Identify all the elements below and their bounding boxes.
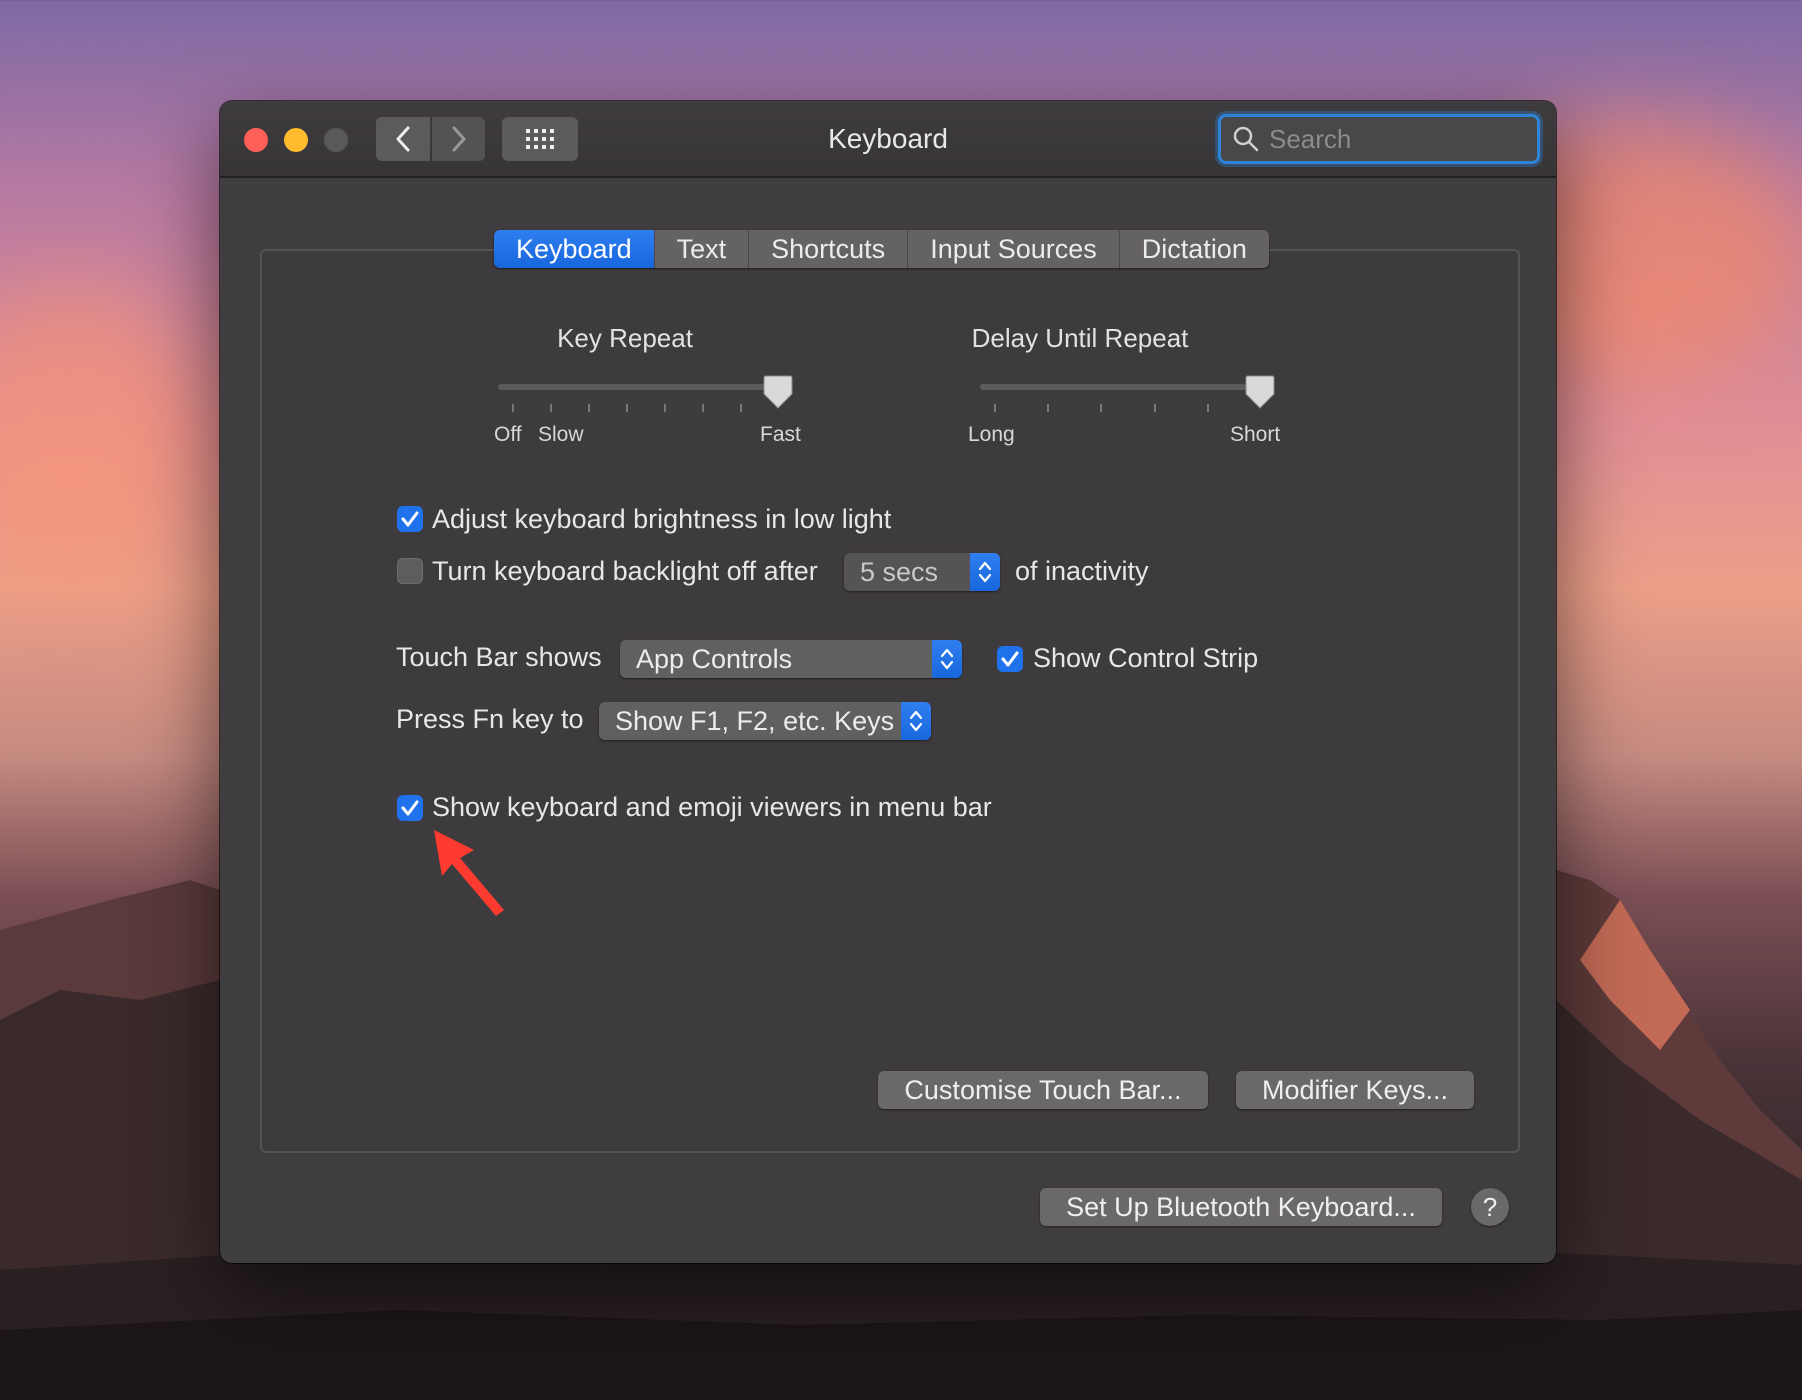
fn-key-select[interactable]: Show F1, F2, etc. Keys bbox=[599, 702, 931, 740]
tab-keyboard[interactable]: Keyboard bbox=[494, 230, 655, 268]
slider-tick bbox=[994, 404, 996, 412]
slider-tick bbox=[1047, 404, 1049, 412]
key-repeat-off-label: Off bbox=[494, 423, 522, 446]
key-repeat-slider-knob[interactable] bbox=[763, 374, 793, 410]
annotation-arrow-icon bbox=[434, 830, 504, 916]
inactivity-suffix: of inactivity bbox=[1015, 556, 1149, 586]
slider-tick bbox=[1100, 404, 1102, 412]
show-control-strip-checkbox[interactable] bbox=[997, 646, 1023, 672]
key-repeat-slider[interactable] bbox=[498, 384, 783, 390]
slider-tick bbox=[588, 404, 590, 412]
backlight-timeout-select[interactable]: 5 secs bbox=[844, 553, 1000, 591]
fn-key-value: Show F1, F2, etc. Keys bbox=[615, 705, 895, 736]
show-control-strip-label[interactable]: Show Control Strip bbox=[1033, 643, 1258, 674]
customise-touch-bar-button[interactable]: Customise Touch Bar... bbox=[878, 1071, 1208, 1109]
keyboard-preferences-window: Keyboard Search Keyboard Text Shortcuts … bbox=[220, 101, 1556, 1263]
search-input[interactable]: Search bbox=[1269, 124, 1351, 155]
slider-tick bbox=[1207, 404, 1209, 412]
adjust-brightness-checkbox[interactable] bbox=[397, 506, 423, 532]
backlight-timeout-value: 5 secs bbox=[860, 556, 939, 587]
key-repeat-slow-label: Slow bbox=[538, 423, 584, 446]
emoji-viewers-label[interactable]: Show keyboard and emoji viewers in menu … bbox=[432, 792, 992, 823]
bluetooth-keyboard-button[interactable]: Set Up Bluetooth Keyboard... bbox=[1040, 1188, 1442, 1226]
title-bar: Keyboard Search bbox=[220, 101, 1556, 178]
help-button[interactable]: ? bbox=[1471, 1188, 1509, 1226]
checkmark-icon bbox=[1001, 651, 1019, 667]
slider-tick bbox=[664, 404, 666, 412]
key-repeat-title: Key Repeat bbox=[557, 323, 693, 353]
delay-until-repeat-title: Delay Until Repeat bbox=[971, 323, 1189, 353]
slider-tick bbox=[626, 404, 628, 412]
up-down-arrows-icon bbox=[932, 640, 962, 678]
adjust-brightness-label[interactable]: Adjust keyboard brightness in low light bbox=[432, 504, 891, 535]
delay-until-repeat-slider[interactable] bbox=[980, 384, 1265, 390]
touch-bar-value: App Controls bbox=[636, 643, 793, 674]
key-repeat-fast-label: Fast bbox=[760, 423, 801, 446]
tab-dictation[interactable]: Dictation bbox=[1120, 230, 1269, 268]
up-down-arrows-icon bbox=[970, 553, 1000, 591]
up-down-arrows-icon bbox=[901, 702, 931, 740]
slider-tick bbox=[512, 404, 514, 412]
backlight-off-checkbox[interactable] bbox=[397, 558, 423, 584]
search-icon bbox=[1233, 126, 1259, 152]
slider-tick bbox=[702, 404, 704, 412]
slider-tick bbox=[1154, 404, 1156, 412]
backlight-off-label[interactable]: Turn keyboard backlight off after bbox=[432, 556, 818, 587]
emoji-viewers-checkbox[interactable] bbox=[397, 795, 423, 821]
search-field[interactable]: Search bbox=[1218, 114, 1540, 164]
tab-content-panel bbox=[260, 249, 1520, 1153]
tab-input-sources[interactable]: Input Sources bbox=[908, 230, 1120, 268]
tab-shortcuts[interactable]: Shortcuts bbox=[749, 230, 909, 268]
tab-text[interactable]: Text bbox=[655, 230, 750, 268]
modifier-keys-button[interactable]: Modifier Keys... bbox=[1236, 1071, 1474, 1109]
checkmark-icon bbox=[401, 800, 419, 816]
delay-until-repeat-slider-knob[interactable] bbox=[1245, 374, 1275, 410]
touch-bar-label: Touch Bar shows bbox=[396, 642, 602, 672]
tab-bar: Keyboard Text Shortcuts Input Sources Di… bbox=[494, 230, 1269, 268]
delay-short-label: Short bbox=[1230, 423, 1281, 446]
delay-long-label: Long bbox=[968, 423, 1015, 446]
slider-tick bbox=[550, 404, 552, 412]
fn-key-label: Press Fn key to bbox=[396, 704, 584, 734]
touch-bar-select[interactable]: App Controls bbox=[620, 640, 962, 678]
checkmark-icon bbox=[401, 511, 419, 527]
slider-tick bbox=[740, 404, 742, 412]
